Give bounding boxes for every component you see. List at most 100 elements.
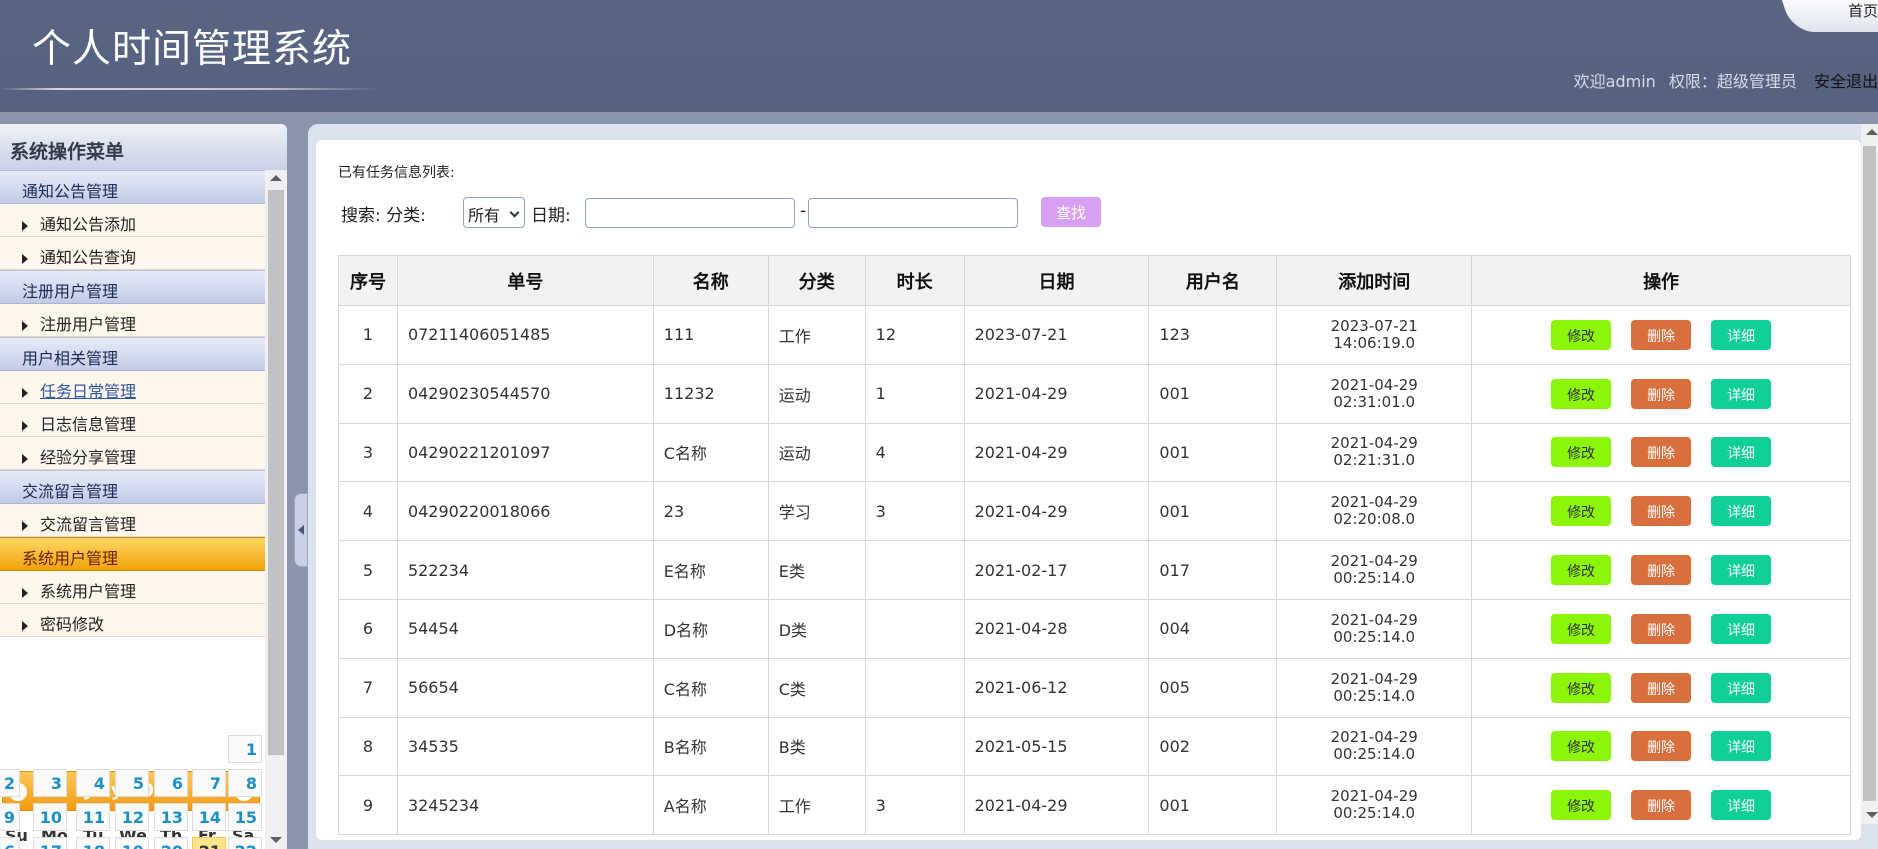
cell-actions: 修改 删除 详细 — [1471, 363, 1851, 424]
edit-button[interactable]: 修改 — [1551, 437, 1612, 468]
weekday-label: Sa — [232, 826, 255, 845]
menu-group-notice[interactable]: 通知公告管理 — [0, 170, 265, 204]
delete-button[interactable]: 删除 — [1631, 613, 1692, 644]
menu-group-user-related[interactable]: 用户相关管理 — [0, 337, 265, 371]
header-divider — [0, 88, 380, 90]
cell-added-time: 2023-07-21 14:06:19.0 — [1276, 305, 1473, 365]
menu-item-system-users[interactable]: 系统用户管理 — [0, 571, 265, 604]
delete-button[interactable]: 删除 — [1631, 672, 1692, 703]
menu-item-notice-query[interactable]: 通知公告查询 — [0, 237, 265, 270]
cell-order-no: 04290221201097 — [396, 422, 654, 483]
detail-button[interactable]: 详细 — [1711, 731, 1772, 762]
cell-username: 123 — [1148, 305, 1278, 365]
date-end-input[interactable] — [808, 198, 1018, 228]
menu-item-messages[interactable]: 交流留言管理 — [0, 504, 265, 537]
cell-date: 2021-04-28 — [963, 598, 1150, 659]
scroll-down-arrow-icon[interactable] — [270, 837, 282, 843]
triangle-right-icon — [22, 320, 28, 331]
detail-button[interactable]: 详细 — [1711, 613, 1772, 644]
cell-username: 001 — [1148, 363, 1278, 424]
scroll-up-arrow-icon[interactable] — [1866, 129, 1878, 135]
added-clock: 00:25:14.0 — [1333, 745, 1416, 764]
menu-item-register-users[interactable]: 注册用户管理 — [0, 304, 265, 337]
date-start-input[interactable] — [585, 198, 795, 228]
cell-index: 7 — [338, 657, 398, 718]
added-clock: 02:20:08.0 — [1333, 510, 1416, 529]
detail-button[interactable]: 详细 — [1711, 555, 1772, 586]
edit-button[interactable]: 修改 — [1551, 613, 1612, 644]
delete-button[interactable]: 删除 — [1631, 378, 1692, 409]
cell-index: 9 — [338, 775, 398, 836]
triangle-right-icon — [22, 420, 28, 431]
delete-button[interactable]: 删除 — [1631, 496, 1692, 527]
cell-date: 2021-04-29 — [963, 775, 1150, 836]
cell-actions: 修改 删除 详细 — [1471, 775, 1851, 836]
edit-button[interactable]: 修改 — [1551, 319, 1612, 350]
edit-button[interactable]: 修改 — [1551, 790, 1612, 821]
detail-button[interactable]: 详细 — [1711, 496, 1772, 527]
detail-button[interactable]: 详细 — [1711, 437, 1772, 468]
delete-button[interactable]: 删除 — [1631, 790, 1692, 821]
cell-category: D类 — [767, 598, 866, 659]
delete-button[interactable]: 删除 — [1631, 555, 1692, 586]
cell-username: 001 — [1148, 481, 1278, 542]
cell-date: 2021-02-17 — [963, 540, 1150, 600]
cell-username: 004 — [1148, 598, 1278, 659]
edit-button[interactable]: 修改 — [1551, 672, 1612, 703]
main-scrollbar[interactable] — [1861, 124, 1878, 824]
cell-category: C类 — [767, 657, 866, 718]
triangle-right-icon — [22, 620, 28, 631]
added-clock: 02:21:31.0 — [1333, 451, 1416, 470]
menu-item-experience-share[interactable]: 经验分享管理 — [0, 437, 265, 470]
detail-button[interactable]: 详细 — [1711, 319, 1772, 350]
cell-order-no: 04290220018066 — [396, 481, 654, 542]
detail-button[interactable]: 详细 — [1711, 378, 1772, 409]
cell-duration — [864, 716, 965, 777]
table-row: 3 04290221201097 C名称 运动 4 2021-04-29 001 2021-0… — [338, 422, 1851, 483]
find-button[interactable]: 查找 — [1041, 197, 1101, 227]
menu-item-change-password[interactable]: 密码修改 — [0, 604, 265, 637]
cell-added-time: 2021-04-29 00:25:14.0 — [1276, 598, 1473, 659]
added-clock: 02:31:01.0 — [1333, 392, 1416, 411]
menu-group-messages[interactable]: 交流留言管理 — [0, 470, 265, 504]
detail-button[interactable]: 详细 — [1711, 672, 1772, 703]
sidebar-collapse-handle[interactable] — [294, 493, 308, 567]
sidebar: 系统操作菜单 通知公告管理 通知公告添加 通知公告查询 注册用户管理 注册用户管… — [0, 124, 287, 849]
cell-added-time: 2021-04-29 00:25:14.0 — [1276, 540, 1473, 600]
delete-button[interactable]: 删除 — [1631, 731, 1692, 762]
category-select[interactable]: 所有 — [463, 197, 525, 228]
cell-added-time: 2021-04-29 00:25:14.0 — [1276, 716, 1473, 777]
sidebar-menu: 通知公告管理 通知公告添加 通知公告查询 注册用户管理 注册用户管理 用户相关管… — [0, 170, 265, 770]
main-scroll-thumb[interactable] — [1863, 146, 1876, 801]
sidebar-scrollbar[interactable] — [265, 170, 287, 849]
sidebar-scroll-thumb[interactable] — [268, 190, 284, 755]
menu-item-task-daily[interactable]: 任务日常管理 — [0, 371, 265, 404]
triangle-right-icon — [22, 453, 28, 464]
menu-item-log-info[interactable]: 日志信息管理 — [0, 404, 265, 437]
next-month-icon[interactable] — [235, 783, 253, 801]
cell-duration: 3 — [864, 481, 965, 542]
added-date: 2021-04-29 — [1330, 728, 1418, 747]
scroll-up-arrow-icon[interactable] — [270, 175, 282, 181]
added-date: 2021-04-29 — [1330, 375, 1418, 394]
cell-name: C名称 — [652, 657, 769, 718]
edit-button[interactable]: 修改 — [1551, 378, 1612, 409]
main-panel: 已有任务信息列表: 搜索: 分类: 所有 日期: - 查找 序号 单号 名称 分… — [308, 124, 1878, 849]
detail-button[interactable]: 详细 — [1711, 790, 1772, 821]
column-header: 用户名 — [1148, 255, 1278, 306]
edit-button[interactable]: 修改 — [1551, 731, 1612, 762]
home-link[interactable]: 首页 — [1848, 0, 1878, 21]
menu-group-register-users[interactable]: 注册用户管理 — [0, 270, 265, 304]
menu-item-notice-add[interactable]: 通知公告添加 — [0, 204, 265, 237]
menu-group-system-users[interactable]: 系统用户管理 — [0, 537, 265, 571]
scroll-down-arrow-icon[interactable] — [1866, 812, 1878, 818]
delete-button[interactable]: 删除 — [1631, 319, 1692, 350]
delete-button[interactable]: 删除 — [1631, 437, 1692, 468]
triangle-right-icon — [22, 253, 28, 264]
triangle-right-icon — [22, 587, 28, 598]
logout-link[interactable]: 安全退出 — [1814, 72, 1878, 91]
edit-button[interactable]: 修改 — [1551, 496, 1612, 527]
cell-date: 2021-06-12 — [963, 657, 1150, 718]
cell-duration — [864, 598, 965, 659]
edit-button[interactable]: 修改 — [1551, 555, 1612, 586]
